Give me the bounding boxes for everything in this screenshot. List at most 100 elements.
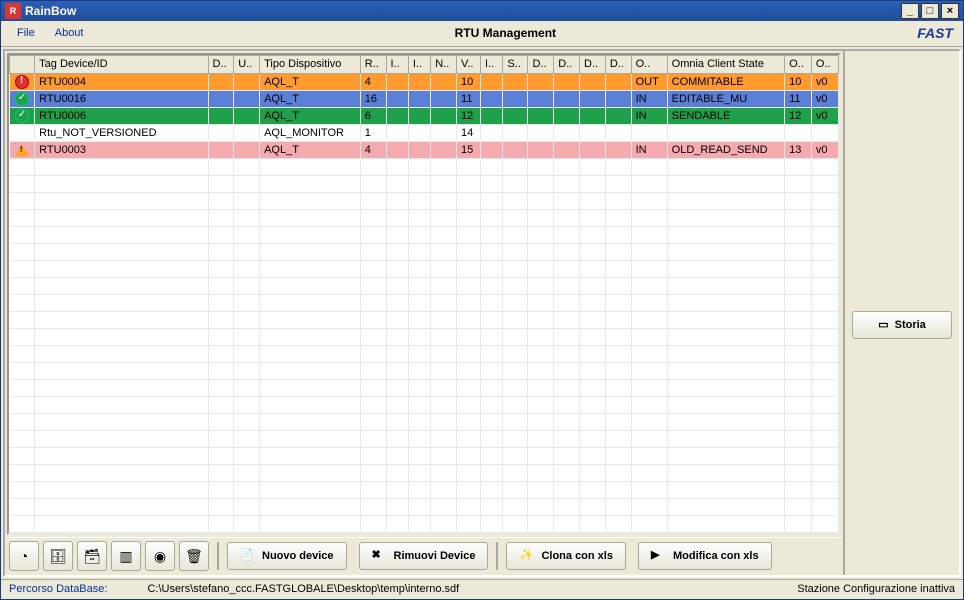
cell[interactable]: [528, 90, 554, 107]
column-header[interactable]: D..: [605, 55, 631, 73]
cell[interactable]: [431, 90, 457, 107]
cell[interactable]: v0: [811, 90, 838, 107]
cell[interactable]: [528, 141, 554, 158]
cell[interactable]: [408, 73, 430, 90]
cell[interactable]: RTU0016: [35, 90, 208, 107]
cell[interactable]: [208, 107, 234, 124]
cell[interactable]: AQL_MONITOR: [260, 124, 361, 141]
cell[interactable]: 14: [457, 124, 481, 141]
cell[interactable]: [554, 73, 580, 90]
minimize-button[interactable]: _: [901, 3, 919, 19]
cell[interactable]: [431, 73, 457, 90]
cell[interactable]: 10: [785, 73, 812, 90]
cell[interactable]: [208, 141, 234, 158]
menu-about[interactable]: About: [45, 25, 94, 41]
cell[interactable]: OUT: [631, 73, 667, 90]
cell[interactable]: RTU0003: [35, 141, 208, 158]
table-row[interactable]: Rtu_NOT_VERSIONED AQL_MONITOR1 14: [10, 124, 839, 141]
cell[interactable]: [580, 141, 606, 158]
tool-db-icon[interactable]: 🗃: [77, 541, 107, 571]
cell[interactable]: [431, 141, 457, 158]
cell[interactable]: EDITABLE_MU: [667, 90, 784, 107]
cell[interactable]: IN: [631, 107, 667, 124]
column-header[interactable]: D..: [554, 55, 580, 73]
cell[interactable]: v0: [811, 73, 838, 90]
cell[interactable]: [667, 124, 784, 141]
cell[interactable]: [605, 73, 631, 90]
cell[interactable]: IN: [631, 90, 667, 107]
new-device-button[interactable]: 📄 Nuovo device: [227, 542, 347, 570]
cell[interactable]: [605, 90, 631, 107]
cell[interactable]: 10: [457, 73, 481, 90]
cell[interactable]: [234, 73, 260, 90]
table-row[interactable]: RTU0003AQL_T415INOLD_READ_SEND13v0: [10, 141, 839, 158]
table-row[interactable]: RTU0004AQL_T410OUTCOMMITABLE10v0: [10, 73, 839, 90]
cell[interactable]: IN: [631, 141, 667, 158]
column-header[interactable]: I..: [408, 55, 430, 73]
cell[interactable]: [605, 107, 631, 124]
cell[interactable]: OLD_READ_SEND: [667, 141, 784, 158]
cell[interactable]: Rtu_NOT_VERSIONED: [35, 124, 208, 141]
cell[interactable]: 6: [360, 107, 386, 124]
tool-db-refresh-icon[interactable]: 🗄: [43, 541, 73, 571]
cell[interactable]: 16: [360, 90, 386, 107]
modify-xls-button[interactable]: ▶ Modifica con xls: [638, 542, 772, 570]
tool-sync-icon[interactable]: ◉: [145, 541, 175, 571]
cell[interactable]: AQL_T: [260, 141, 361, 158]
storia-button[interactable]: ▭ Storia: [852, 311, 952, 339]
column-header[interactable]: O..: [811, 55, 838, 73]
cell[interactable]: [481, 124, 503, 141]
column-header[interactable]: V..: [457, 55, 481, 73]
cell[interactable]: [580, 90, 606, 107]
cell[interactable]: RTU0004: [35, 73, 208, 90]
cell[interactable]: [234, 107, 260, 124]
cell[interactable]: [503, 90, 528, 107]
cell[interactable]: [408, 107, 430, 124]
cell[interactable]: [386, 107, 408, 124]
cell[interactable]: [554, 107, 580, 124]
cell[interactable]: [528, 124, 554, 141]
clone-xls-button[interactable]: ✨ Clona con xls: [506, 542, 626, 570]
menu-file[interactable]: File: [7, 25, 45, 41]
cell[interactable]: [554, 90, 580, 107]
cell[interactable]: [208, 73, 234, 90]
cell[interactable]: [503, 141, 528, 158]
close-button[interactable]: ×: [941, 3, 959, 19]
column-header[interactable]: D..: [208, 55, 234, 73]
cell[interactable]: SENDABLE: [667, 107, 784, 124]
cell[interactable]: [503, 107, 528, 124]
maximize-button[interactable]: □: [921, 3, 939, 19]
cell[interactable]: AQL_T: [260, 90, 361, 107]
cell[interactable]: [408, 90, 430, 107]
cell[interactable]: RTU0006: [35, 107, 208, 124]
tool-window-icon[interactable]: ▥: [111, 541, 141, 571]
cell[interactable]: [481, 107, 503, 124]
cell[interactable]: [503, 73, 528, 90]
column-header[interactable]: R..: [360, 55, 386, 73]
tool-select-icon[interactable]: ◔: [9, 541, 39, 571]
column-header[interactable]: U..: [234, 55, 260, 73]
cell[interactable]: COMMITABLE: [667, 73, 784, 90]
cell[interactable]: [431, 124, 457, 141]
cell[interactable]: [234, 90, 260, 107]
cell[interactable]: [605, 141, 631, 158]
cell[interactable]: 1: [360, 124, 386, 141]
cell[interactable]: 4: [360, 73, 386, 90]
column-header[interactable]: S..: [503, 55, 528, 73]
tool-db-delete-icon[interactable]: 🗑: [179, 541, 209, 571]
cell[interactable]: [386, 124, 408, 141]
cell[interactable]: 11: [457, 90, 481, 107]
column-header[interactable]: Tipo Dispositivo: [260, 55, 361, 73]
column-header[interactable]: [10, 55, 35, 73]
cell[interactable]: [580, 73, 606, 90]
cell[interactable]: 15: [457, 141, 481, 158]
cell[interactable]: v0: [811, 107, 838, 124]
column-header[interactable]: O..: [785, 55, 812, 73]
cell[interactable]: [208, 90, 234, 107]
cell[interactable]: 11: [785, 90, 812, 107]
column-header[interactable]: Tag Device/ID: [35, 55, 208, 73]
cell[interactable]: [811, 124, 838, 141]
cell[interactable]: [605, 124, 631, 141]
cell[interactable]: [386, 73, 408, 90]
cell[interactable]: [554, 141, 580, 158]
